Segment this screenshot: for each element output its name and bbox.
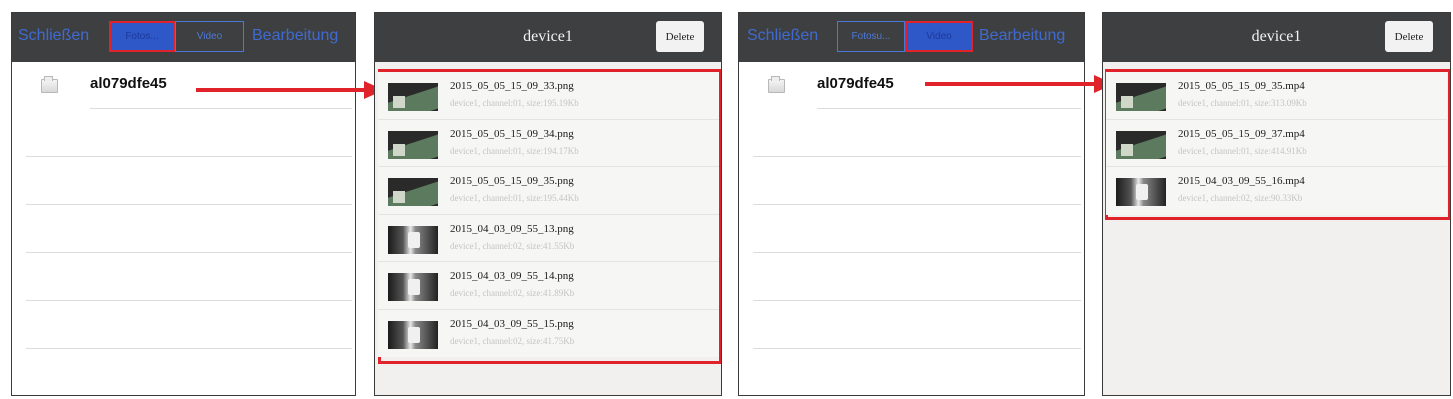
file-name: 2015_05_05_15_09_35.png xyxy=(450,175,574,187)
divider xyxy=(26,348,352,349)
divider xyxy=(817,108,1081,109)
file-meta: device1, channel:02, size:41.89Kb xyxy=(450,288,575,298)
edit-button[interactable]: Bearbeitung xyxy=(252,27,338,45)
divider xyxy=(753,252,1081,253)
album-screen-videos: Schließen Fotosu... Video Bearbeitung al… xyxy=(738,12,1085,396)
list-item[interactable]: 2015_04_03_09_55_15.png device1, channel:… xyxy=(378,309,719,357)
tab-photos[interactable]: Fotos... xyxy=(109,21,175,52)
divider xyxy=(26,252,352,253)
divider xyxy=(753,204,1081,205)
file-meta: device1, channel:01, size:195.44Kb xyxy=(450,193,579,203)
file-name: 2015_05_05_15_09_37.mp4 xyxy=(1178,127,1305,140)
tab-video[interactable]: Video xyxy=(905,21,973,52)
file-meta: device1, channel:01, size:195.19Kb xyxy=(450,98,579,108)
thumbnail-image xyxy=(388,130,438,159)
thumbnail-image xyxy=(1116,130,1166,159)
list-item[interactable]: 2015_05_05_15_09_34.png device1, channel:… xyxy=(378,119,719,167)
divider xyxy=(90,108,352,109)
delete-button[interactable]: Delete xyxy=(1385,21,1433,52)
list-item[interactable]: 2015_04_03_09_55_13.png device1, channel:… xyxy=(378,214,719,262)
list-item[interactable]: 2015_05_05_15_09_35.mp4 device1, channel:… xyxy=(1106,72,1447,120)
delete-button[interactable]: Delete xyxy=(656,21,704,52)
file-meta: device1, channel:01, size:194.17Kb xyxy=(450,145,579,156)
file-name: 2015_04_03_09_55_15.png xyxy=(450,317,574,330)
file-name: 2015_05_05_15_09_33.png xyxy=(450,80,574,92)
folder-row[interactable]: al079dfe45 xyxy=(12,62,355,112)
list-item[interactable]: 2015_05_05_15_09_35.png device1, channel:… xyxy=(378,167,719,215)
file-name: 2015_05_05_15_09_35.mp4 xyxy=(1178,80,1305,92)
thumbnail-image xyxy=(1116,83,1166,111)
edit-button[interactable]: Bearbeitung xyxy=(979,27,1065,45)
arrow-right-icon xyxy=(925,82,1096,86)
nav-bar: Schließen Fotosu... Video Bearbeitung xyxy=(739,13,1084,62)
list-item[interactable]: 2015_05_05_15_09_33.png device1, channel:… xyxy=(378,72,719,120)
thumbnail-image xyxy=(388,225,438,254)
file-list: 2015_05_05_15_09_35.mp4 device1, channel:… xyxy=(1106,72,1447,217)
thumbnail-image xyxy=(388,83,438,111)
file-meta: device1, channel:01, size:414.91Kb xyxy=(1178,145,1307,156)
thumbnail-image xyxy=(1116,178,1166,206)
folder-icon xyxy=(41,76,58,93)
device-video-list: device1 Delete 2015_05_05_15_09_35.mp4de… xyxy=(1102,12,1451,396)
divider xyxy=(26,204,352,205)
file-meta: device1, channel:02, size:41.75Kb xyxy=(450,335,575,346)
file-meta: device1, channel:01, size:313.09Kb xyxy=(1178,98,1307,108)
thumbnail-image xyxy=(388,178,438,206)
close-button[interactable]: Schließen xyxy=(18,27,89,45)
file-meta: device1, channel:02, size:41.55Kb xyxy=(450,240,575,251)
file-name: 2015_04_03_09_55_14.png xyxy=(450,270,574,282)
arrow-right-icon xyxy=(196,88,366,92)
list-item[interactable]: 2015_04_03_09_55_16.mp4 device1, channel:… xyxy=(1106,167,1447,215)
tab-video[interactable]: Video xyxy=(175,21,244,52)
divider xyxy=(753,156,1081,157)
list-item[interactable]: 2015_04_03_09_55_14.png device1, channel:… xyxy=(378,262,719,310)
list-item[interactable]: 2015_05_05_15_09_37.mp4 device1, channel:… xyxy=(1106,119,1447,167)
nav-bar: device1 Delete xyxy=(375,13,721,62)
folder-icon xyxy=(768,76,785,93)
folder-row[interactable]: al079dfe45 xyxy=(739,62,1084,112)
album-screen-photos: Schließen Fotos... Video Bearbeitung al0… xyxy=(11,12,356,396)
folder-name: al079dfe45 xyxy=(90,75,167,92)
nav-bar: device1 Delete xyxy=(1103,13,1450,62)
device-photo-list: device1 Delete 2015_05_05_15_09_33.pngde… xyxy=(374,12,722,396)
file-list: 2015_05_05_15_09_33.png device1, channel:… xyxy=(378,72,719,361)
file-meta: device1, channel:02, size:90.33Kb xyxy=(1178,193,1303,203)
divider xyxy=(753,300,1081,301)
thumbnail-image xyxy=(388,320,438,349)
divider xyxy=(753,348,1081,349)
nav-bar: Schließen Fotos... Video Bearbeitung xyxy=(12,13,355,62)
close-button[interactable]: Schließen xyxy=(747,27,818,45)
file-name: 2015_04_03_09_55_13.png xyxy=(450,222,574,235)
file-name: 2015_05_05_15_09_34.png xyxy=(450,127,574,140)
folder-name: al079dfe45 xyxy=(817,75,894,92)
thumbnail-image xyxy=(388,273,438,301)
divider xyxy=(26,300,352,301)
divider xyxy=(26,156,352,157)
tab-photos[interactable]: Fotosu... xyxy=(837,21,905,52)
file-name: 2015_04_03_09_55_16.mp4 xyxy=(1178,175,1305,187)
